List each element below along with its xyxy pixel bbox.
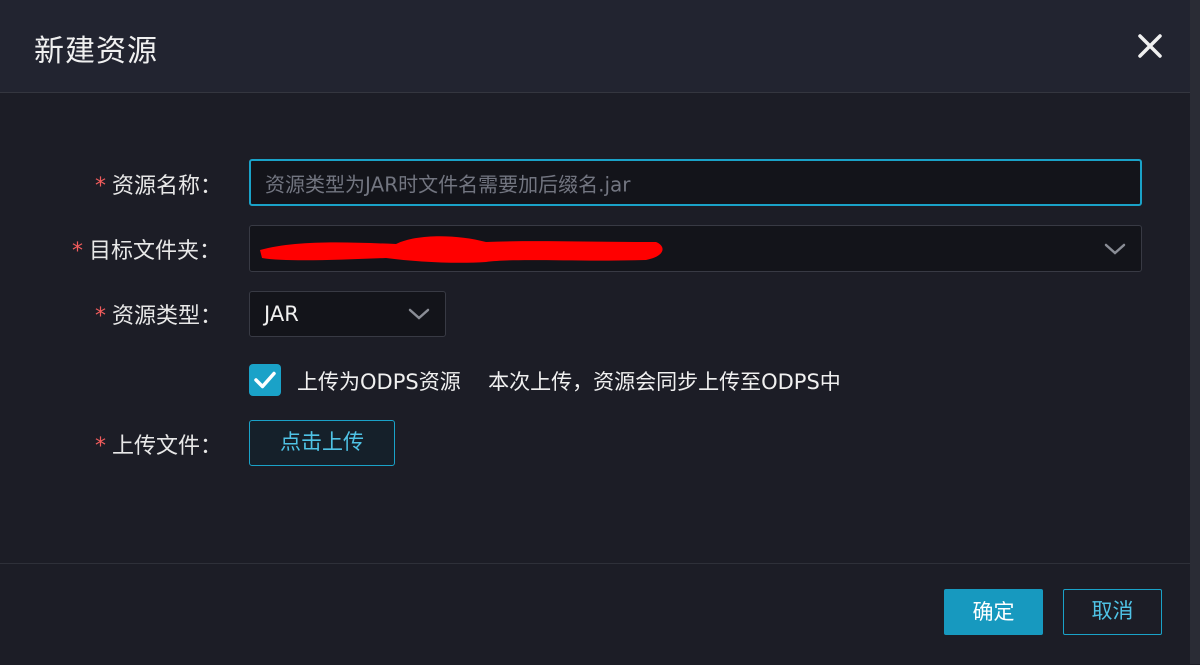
resource-name-placeholder: 资源类型为JAR时文件名需要加后缀名.jar	[265, 172, 631, 196]
resource-name-label: * 资源名称：	[95, 168, 222, 200]
required-mark: *	[95, 434, 106, 459]
resource-name-input[interactable]: 资源类型为JAR时文件名需要加后缀名.jar	[249, 159, 1142, 206]
checkmark-icon	[254, 371, 276, 389]
target-folder-label: * 目标文件夹：	[72, 233, 221, 265]
chevron-down-icon	[1104, 243, 1126, 255]
dialog-title: 新建资源	[34, 34, 158, 69]
resource-type-label: * 资源类型：	[95, 298, 222, 330]
resource-type-label-text: 资源类型：	[112, 304, 223, 329]
upload-odps-label: 上传为ODPS资源	[297, 370, 461, 394]
upload-file-label: * 上传文件：	[95, 428, 222, 460]
upload-odps-text: 上传为ODPS资源 本次上传，资源会同步上传至ODPS中	[297, 366, 841, 396]
chevron-down-icon	[408, 308, 430, 320]
upload-file-button[interactable]: 点击上传	[249, 420, 395, 466]
resource-name-label-text: 资源名称：	[112, 174, 223, 199]
redaction-mark	[260, 236, 663, 263]
upload-file-label-text: 上传文件：	[112, 434, 223, 459]
new-resource-dialog: 新建资源 * 资源名称： 资源类型为JAR时文件名需要加后缀名.jar * 目标文件…	[0, 0, 1190, 664]
resource-type-value: JAR	[264, 302, 299, 326]
dialog-header: 新建资源	[0, 0, 1190, 93]
required-mark: *	[95, 174, 106, 199]
required-mark: *	[95, 304, 106, 329]
cancel-button[interactable]: 取消	[1063, 589, 1162, 635]
required-mark: *	[72, 239, 83, 264]
window-edge	[1190, 0, 1200, 664]
confirm-button[interactable]: 确定	[944, 589, 1043, 635]
upload-odps-hint: 本次上传，资源会同步上传至ODPS中	[488, 370, 841, 394]
target-folder-label-text: 目标文件夹：	[89, 239, 222, 264]
upload-odps-checkbox[interactable]	[249, 364, 281, 396]
close-icon[interactable]	[1134, 30, 1166, 62]
resource-type-select[interactable]: JAR	[249, 291, 446, 337]
